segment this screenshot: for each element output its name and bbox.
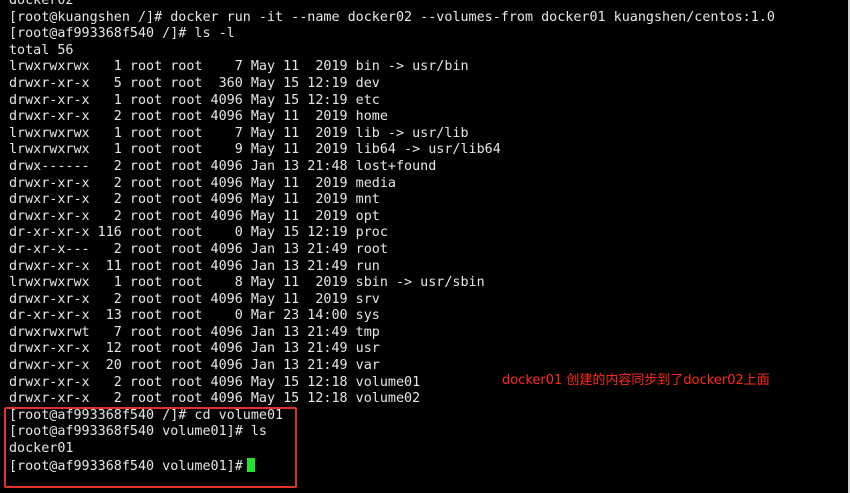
terminal-line: lrwxrwxrwx 1 root root 7 May 11 2019 lib… — [9, 125, 469, 141]
terminal-line: drwxr-xr-x 11 root root 4096 Jan 13 21:4… — [9, 258, 380, 274]
terminal-line: drwxr-xr-x 12 root root 4096 Jan 13 21:4… — [9, 341, 380, 357]
annotation-text: docker01 创建的内容同步到了docker02上面 — [502, 373, 770, 388]
terminal-line: lrwxrwxrwx 1 root root 8 May 11 2019 sbi… — [9, 275, 485, 291]
terminal-line: drwxr-xr-x 5 root root 360 May 15 12:19 … — [9, 75, 380, 91]
terminal-line: drwxr-xr-x 2 root root 4096 May 11 2019 … — [9, 192, 380, 208]
terminal-line: drwxrwxrwt 7 root root 4096 Jan 13 21:49… — [9, 324, 380, 340]
terminal-line: [root@kuangshen /]# docker run -it --nam… — [9, 9, 775, 25]
terminal-line: lrwxrwxrwx 1 root root 7 May 11 2019 bin… — [9, 59, 469, 75]
terminal-line: total 56 — [9, 42, 74, 58]
terminal-line: dr-xr-x--- 2 root root 4096 Jan 13 21:49… — [9, 241, 388, 257]
terminal-line: drwxr-xr-x 2 root root 4096 May 11 2019 … — [9, 208, 380, 224]
terminal-line: drwxr-xr-x 2 root root 4096 May 11 2019 … — [9, 109, 388, 125]
terminal-line: docker02 — [9, 0, 74, 8]
terminal-line: drwxr-xr-x 2 root root 4096 May 15 12:18… — [9, 391, 421, 407]
terminal-window[interactable]: docker02 [root@kuangshen /]# docker run … — [0, 0, 850, 493]
terminal-line: drwxr-xr-x 1 root root 4096 May 15 12:19… — [9, 92, 380, 108]
terminal-line: lrwxrwxrwx 1 root root 9 May 11 2019 lib… — [9, 142, 501, 158]
terminal-line: dr-xr-xr-x 116 root root 0 May 15 12:19 … — [9, 225, 388, 241]
terminal-line: dr-xr-xr-x 13 root root 0 Mar 23 14:00 s… — [9, 308, 380, 324]
terminal-line: [root@af993368f540 /]# ls -l — [9, 26, 235, 42]
highlight-box — [4, 407, 297, 488]
terminal-line: drwxr-xr-x 2 root root 4096 May 11 2019 … — [9, 175, 396, 191]
terminal-line: drwx------ 2 root root 4096 Jan 13 21:48… — [9, 158, 437, 174]
terminal-line: drwxr-xr-x 2 root root 4096 May 11 2019 … — [9, 291, 380, 307]
terminal-output: docker02 [root@kuangshen /]# docker run … — [9, 0, 775, 474]
